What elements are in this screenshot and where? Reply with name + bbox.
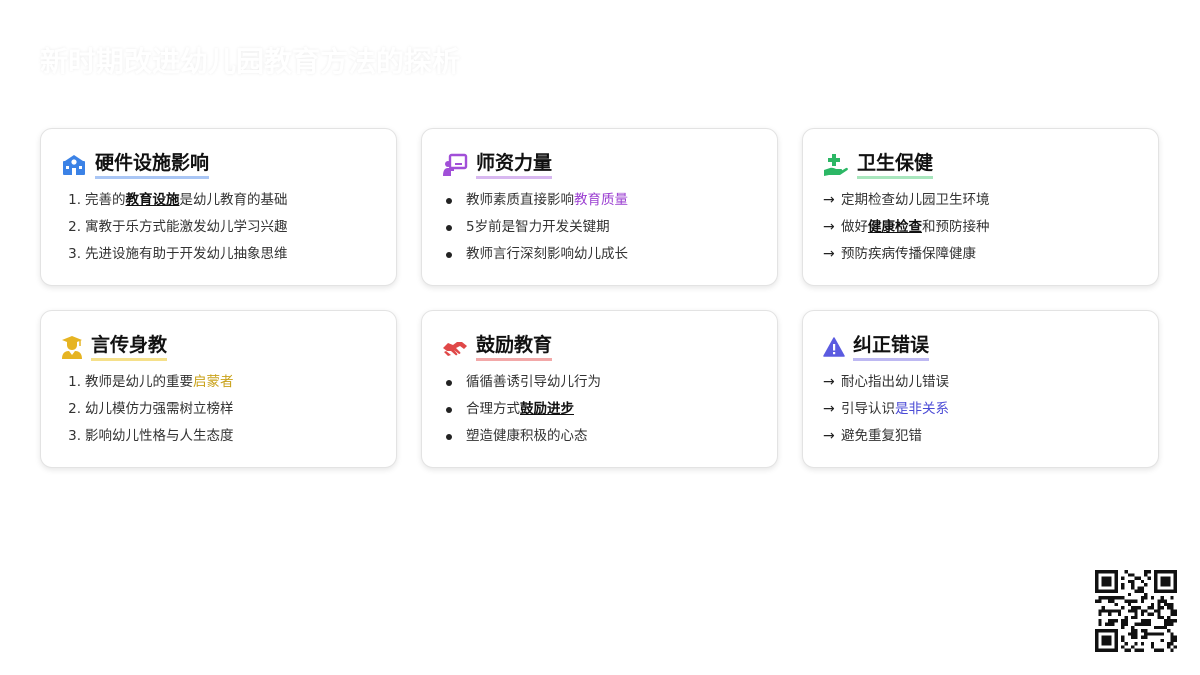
card-hardware: 硬件设施影响 1. 完善的 教育设施 是幼儿教育的基础 2. 寓教于乐方式能激发幼儿… bbox=[40, 128, 397, 286]
item-text: 引导认识 bbox=[841, 401, 895, 417]
card-list: 教师素质直接影响 教育质量 5岁前是智力开发关键期 教师言行深刻影响幼儿成长 bbox=[442, 187, 757, 268]
health-care-icon bbox=[823, 152, 849, 178]
card-header: 言传身教 bbox=[61, 331, 376, 363]
list-marker: 1. bbox=[68, 374, 81, 390]
list-item: 塑造健康积极的心态 bbox=[442, 423, 757, 450]
card-list: 1. 完善的 教育设施 是幼儿教育的基础 2. 寓教于乐方式能激发幼儿学习兴趣 3.… bbox=[61, 187, 376, 268]
item-text: 先进设施有助于开发幼儿抽象思维 bbox=[85, 246, 288, 262]
item-highlight: 健康检查 bbox=[868, 219, 922, 235]
list-marker: 1. bbox=[68, 192, 81, 208]
item-text: 教师是幼儿的重要 bbox=[85, 374, 193, 390]
card-correction: 纠正错误 → 耐心指出幼儿错误 → 引导认识 是非关系 → 避免重复犯错 bbox=[802, 310, 1159, 468]
item-highlight: 鼓励进步 bbox=[520, 401, 574, 417]
item-text: 塑造健康积极的心态 bbox=[466, 428, 588, 444]
card-header: 纠正错误 bbox=[823, 331, 1138, 363]
list-item: 教师素质直接影响 教育质量 bbox=[442, 187, 757, 214]
bullet-dot bbox=[446, 379, 452, 386]
item-text: 影响幼儿性格与人生态度 bbox=[85, 428, 234, 444]
item-text: 寓教于乐方式能激发幼儿学习兴趣 bbox=[85, 219, 288, 235]
item-text: 循循善诱引导幼儿行为 bbox=[466, 374, 601, 390]
list-marker: 2. bbox=[68, 401, 81, 417]
card-header: 师资力量 bbox=[442, 149, 757, 181]
card-header: 卫生保健 bbox=[823, 149, 1138, 181]
school-icon bbox=[61, 152, 87, 178]
card-list: → 定期检查幼儿园卫生环境 → 做好 健康检查 和预防接种 → 预防疾病传播保障健康 bbox=[823, 187, 1138, 268]
arrow-marker: → bbox=[823, 374, 835, 390]
bullet-dot bbox=[446, 224, 452, 231]
card-list: 循循善诱引导幼儿行为 合理方式 鼓励进步 塑造健康积极的心态 bbox=[442, 369, 757, 450]
card-header: 鼓励教育 bbox=[442, 331, 757, 363]
list-item: 5岁前是智力开发关键期 bbox=[442, 214, 757, 241]
arrow-marker: → bbox=[823, 246, 835, 262]
list-item: → 耐心指出幼儿错误 bbox=[823, 369, 1138, 396]
arrow-marker: → bbox=[823, 219, 835, 235]
card-title: 卫生保健 bbox=[857, 151, 934, 179]
handshake-icon bbox=[442, 334, 468, 360]
list-item: → 引导认识 是非关系 bbox=[823, 396, 1138, 423]
item-text: 做好 bbox=[841, 219, 868, 235]
item-text: 5岁前是智力开发关键期 bbox=[466, 219, 610, 235]
bullet-dot bbox=[446, 251, 452, 258]
list-item: 循循善诱引导幼儿行为 bbox=[442, 369, 757, 396]
page-title: 新时期改进幼儿园教育方法的探析 bbox=[40, 45, 461, 78]
card-title: 言传身教 bbox=[91, 333, 168, 361]
graduate-icon bbox=[61, 334, 83, 360]
list-item: 2. 寓教于乐方式能激发幼儿学习兴趣 bbox=[61, 214, 376, 241]
item-text: 耐心指出幼儿错误 bbox=[841, 374, 949, 390]
item-highlight: 教育质量 bbox=[574, 192, 628, 208]
arrow-marker: → bbox=[823, 192, 835, 208]
warning-icon bbox=[823, 334, 845, 360]
list-marker: 2. bbox=[68, 219, 81, 235]
bullet-dot bbox=[446, 406, 452, 413]
list-item: → 做好 健康检查 和预防接种 bbox=[823, 214, 1138, 241]
list-item: 1. 教师是幼儿的重要 启蒙者 bbox=[61, 369, 376, 396]
bullet-dot bbox=[446, 433, 452, 440]
item-highlight: 教育设施 bbox=[125, 192, 180, 208]
card-title: 师资力量 bbox=[476, 151, 553, 179]
list-item: 合理方式 鼓励进步 bbox=[442, 396, 757, 423]
item-text: 避免重复犯错 bbox=[841, 428, 922, 444]
card-header: 硬件设施影响 bbox=[61, 149, 376, 181]
card-title: 硬件设施影响 bbox=[95, 151, 210, 179]
list-item: 2. 幼儿模仿力强需树立榜样 bbox=[61, 396, 376, 423]
bullet-dot bbox=[446, 197, 452, 204]
item-text: 是幼儿教育的基础 bbox=[179, 192, 288, 208]
card-encouragement: 鼓励教育 循循善诱引导幼儿行为 合理方式 鼓励进步 塑造健康积极的心态 bbox=[421, 310, 778, 468]
list-item: → 避免重复犯错 bbox=[823, 423, 1138, 450]
qr-code-icon[interactable] bbox=[1095, 570, 1177, 652]
list-item: → 预防疾病传播保障健康 bbox=[823, 241, 1138, 268]
item-text: 和预防接种 bbox=[922, 219, 990, 235]
item-text: 预防疾病传播保障健康 bbox=[841, 246, 976, 262]
card-list: 1. 教师是幼儿的重要 启蒙者 2. 幼儿模仿力强需树立榜样 3. 影响幼儿性格与… bbox=[61, 369, 376, 450]
arrow-marker: → bbox=[823, 401, 835, 417]
list-marker: 3. bbox=[68, 246, 81, 262]
card-title: 鼓励教育 bbox=[476, 333, 553, 361]
card-teachers: 师资力量 教师素质直接影响 教育质量 5岁前是智力开发关键期 教师言行深刻影响幼儿… bbox=[421, 128, 778, 286]
list-item: 3. 影响幼儿性格与人生态度 bbox=[61, 423, 376, 450]
item-highlight: 启蒙者 bbox=[193, 374, 234, 390]
item-text: 幼儿模仿力强需树立榜样 bbox=[85, 401, 234, 417]
list-item: 3. 先进设施有助于开发幼儿抽象思维 bbox=[61, 241, 376, 268]
card-role-model: 言传身教 1. 教师是幼儿的重要 启蒙者 2. 幼儿模仿力强需树立榜样 3. 影响… bbox=[40, 310, 397, 468]
card-title: 纠正错误 bbox=[853, 333, 930, 361]
item-text: 教师素质直接影响 bbox=[466, 192, 574, 208]
list-item: → 定期检查幼儿园卫生环境 bbox=[823, 187, 1138, 214]
item-text: 合理方式 bbox=[466, 401, 520, 417]
list-item: 1. 完善的 教育设施 是幼儿教育的基础 bbox=[61, 187, 376, 214]
list-marker: 3. bbox=[68, 428, 81, 444]
item-text: 教师言行深刻影响幼儿成长 bbox=[466, 246, 628, 262]
item-text: 完善的 bbox=[85, 192, 126, 208]
card-health: 卫生保健 → 定期检查幼儿园卫生环境 → 做好 健康检查 和预防接种 → 预防疾病传… bbox=[802, 128, 1159, 286]
card-grid: 硬件设施影响 1. 完善的 教育设施 是幼儿教育的基础 2. 寓教于乐方式能激发幼儿… bbox=[40, 128, 1160, 468]
arrow-marker: → bbox=[823, 428, 835, 444]
card-list: → 耐心指出幼儿错误 → 引导认识 是非关系 → 避免重复犯错 bbox=[823, 369, 1138, 450]
teacher-icon bbox=[442, 152, 468, 178]
item-text: 定期检查幼儿园卫生环境 bbox=[841, 192, 990, 208]
item-highlight: 是非关系 bbox=[895, 401, 949, 417]
list-item: 教师言行深刻影响幼儿成长 bbox=[442, 241, 757, 268]
